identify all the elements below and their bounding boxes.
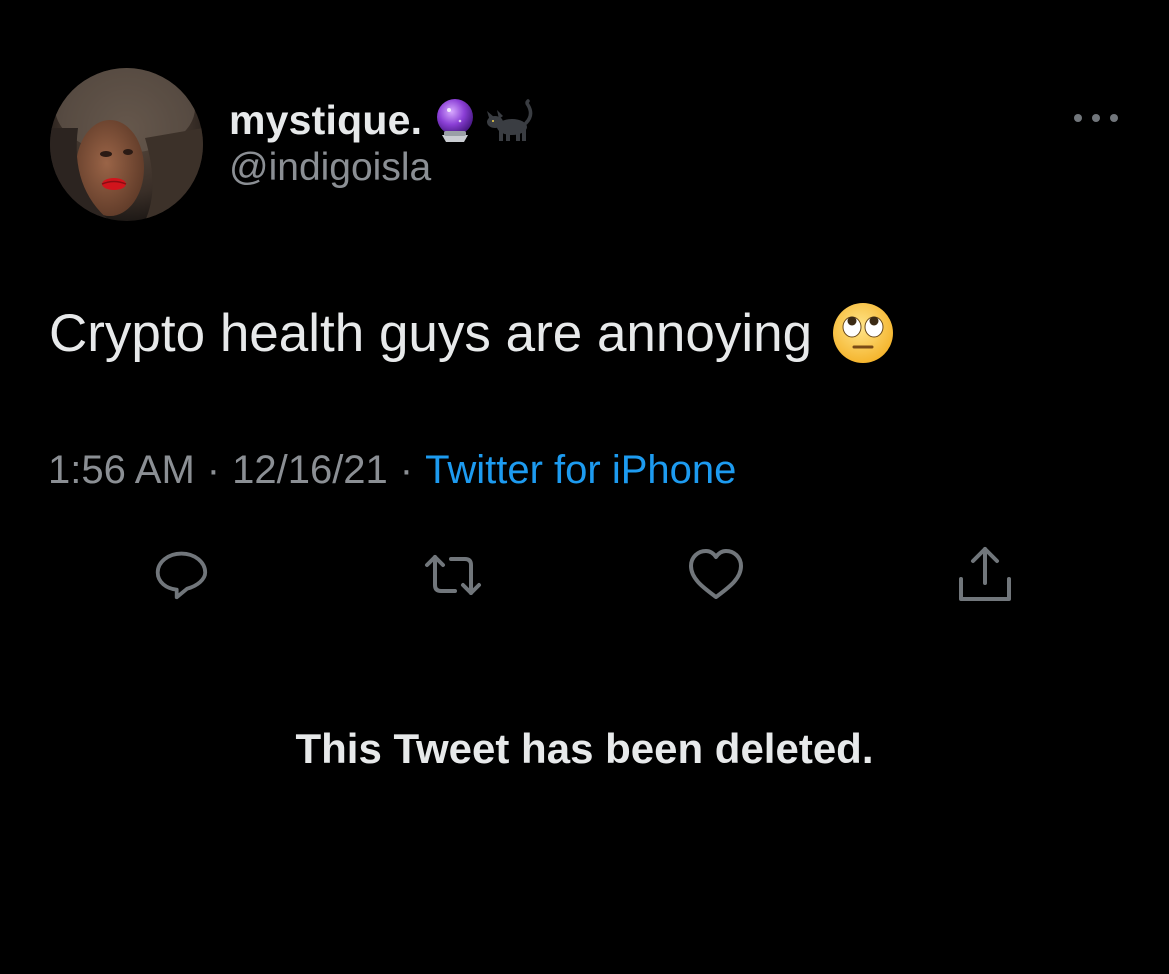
avatar[interactable] [50, 68, 203, 221]
tweet-text: Crypto health guys are annoying [49, 303, 813, 363]
more-dot [1074, 114, 1082, 122]
tweet-meta: 1:56 AM · 12/16/21 · Twitter for iPhone [48, 448, 736, 493]
reply-icon [155, 551, 208, 600]
deleted-notice: This Tweet has been deleted. [0, 725, 1169, 773]
share-button[interactable] [955, 545, 1015, 605]
black-cat-icon [484, 95, 534, 145]
tweet-text-row: Crypto health guys are annoying [49, 300, 896, 366]
more-dot [1092, 114, 1100, 122]
tweet-source-link[interactable]: Twitter for iPhone [425, 448, 736, 492]
tweet-time[interactable]: 1:56 AM [48, 448, 195, 492]
name-row: mystique. [229, 92, 534, 148]
display-name[interactable]: mystique. [229, 97, 422, 144]
face-with-rolling-eyes-icon [830, 300, 896, 366]
crystal-ball-icon [430, 95, 480, 145]
retweet-icon [425, 555, 481, 595]
tweet-date[interactable]: 12/16/21 [232, 448, 388, 492]
heart-icon [689, 549, 743, 599]
handle[interactable]: @indigoisla [229, 148, 534, 188]
more-options-icon[interactable] [1074, 108, 1118, 128]
author-block: mystique. @indigoisla [229, 92, 534, 188]
reply-button[interactable] [152, 545, 212, 605]
meta-separator: · [206, 448, 221, 492]
retweet-button[interactable] [423, 545, 483, 605]
meta-separator: · [399, 448, 414, 492]
more-dot [1110, 114, 1118, 122]
tweet-card: mystique. @indigoisla Crypto health guys… [0, 0, 1169, 974]
deleted-notice-text: This Tweet has been deleted. [295, 725, 874, 772]
like-button[interactable] [686, 545, 746, 605]
share-icon [959, 547, 1011, 601]
